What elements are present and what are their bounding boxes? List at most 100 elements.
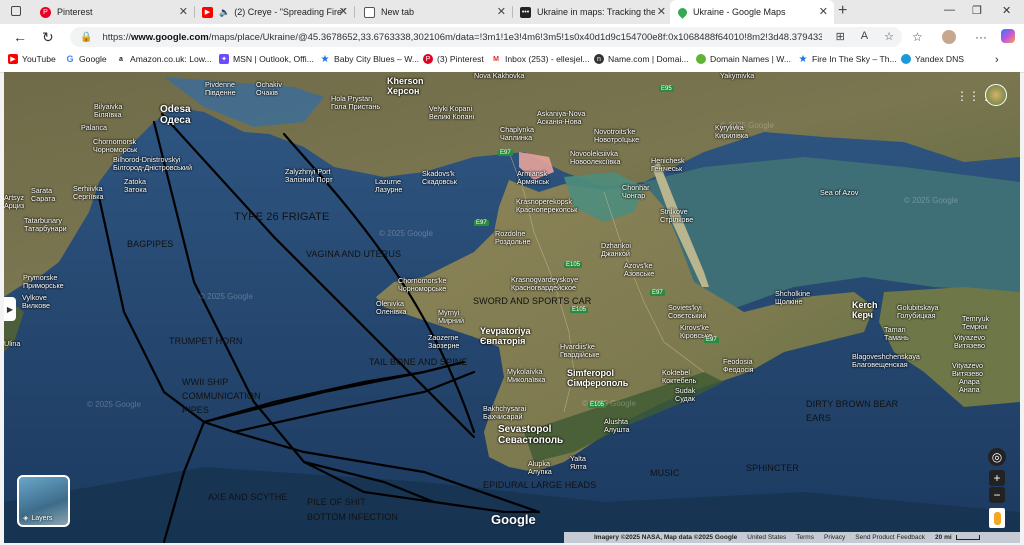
bookmark-domain-names[interactable]: Domain Names | W... — [696, 54, 791, 64]
map-canvas[interactable]: Pivdenne Південне Ochakiv Очаків Kherson Х… — [4, 72, 1020, 543]
place-label[interactable]: Skadovs'k Скадовськ — [422, 170, 457, 186]
bookmark-youtube[interactable]: ▶ YouTube — [8, 54, 56, 64]
account-avatar[interactable] — [985, 84, 1007, 106]
place-label[interactable]: Bakhchysarai Бахчисарай — [483, 405, 526, 421]
place-label[interactable]: Sea of Azov — [820, 189, 858, 197]
place-label[interactable]: Alushta Алушта — [604, 418, 630, 434]
reload-button[interactable]: ↻ — [42, 29, 54, 46]
address-bar[interactable]: 🔒 https://www.google.com/maps/place/Ukra… — [70, 27, 902, 47]
close-icon[interactable]: ✕ — [819, 5, 828, 18]
more-menu-icon[interactable]: ··· — [975, 30, 987, 44]
place-label[interactable]: Bilhorod-Dnistrovskyi Білгород-Дністровс… — [113, 156, 192, 172]
place-label[interactable]: Vityazevo Витязево — [952, 362, 983, 378]
tab-youtube[interactable]: ▶ 🔈 (2) Creye - "Spreading Fire" ✕ — [194, 0, 354, 24]
place-label[interactable]: Serhiivka Сергіївка — [73, 185, 104, 201]
place-label[interactable]: Nova Kakhovka — [474, 72, 524, 80]
place-label[interactable]: Bilyaivka Біляївка — [94, 103, 122, 119]
zoom-in-button[interactable]: + — [989, 470, 1005, 486]
close-icon[interactable]: ✕ — [179, 5, 188, 18]
street-view-pegman[interactable] — [989, 508, 1005, 528]
place-label[interactable]: Palanca — [81, 124, 107, 132]
place-label[interactable]: Vylkove Вилкове — [22, 294, 50, 310]
bookmark-fire-in-the-sky[interactable]: ★ Fire In The Sky – Th... — [798, 54, 897, 65]
bookmarks-overflow-icon[interactable]: › — [995, 54, 999, 66]
place-label[interactable]: Zatoka Затока — [124, 178, 147, 194]
back-button[interactable]: ← — [13, 29, 27, 45]
place-label[interactable]: Rozdolne Роздольне — [495, 230, 530, 246]
place-label[interactable]: Ochakiv Очаків — [256, 81, 282, 97]
place-label[interactable]: Dzhankoi Джанкой — [601, 242, 631, 258]
place-label[interactable]: Krasnogvardeyskoye Красногвардейское — [511, 276, 578, 292]
profile-avatar[interactable] — [942, 30, 956, 44]
bookmark-google[interactable]: G Google — [65, 54, 107, 64]
place-label[interactable]: Shcholkine Щолкіне — [775, 290, 810, 306]
place-label[interactable]: Henichesk Генічеськ — [651, 157, 685, 173]
place-label[interactable]: Pivdenne Південне — [205, 81, 236, 97]
place-label[interactable]: Blagoveshchenskaya Благовещенская — [852, 353, 920, 369]
place-label[interactable]: Kherson Херсон — [387, 76, 424, 96]
place-label[interactable]: Chornomorsk Чорноморськ — [93, 138, 137, 154]
place-label[interactable]: Soviets'kyi Совєтський — [668, 304, 706, 320]
place-label[interactable]: Novotroits'ke Новотроїцьке — [594, 128, 639, 144]
site-info-icon[interactable]: 🔒 — [80, 32, 92, 43]
scale-bar[interactable]: 20 mi — [935, 534, 980, 541]
feedback-link[interactable]: Send Product Feedback — [855, 534, 925, 541]
close-icon[interactable]: ✕ — [339, 5, 348, 18]
place-label[interactable]: Prymorske Приморське — [23, 274, 64, 290]
place-label[interactable]: Myrnyi Мирний — [438, 309, 464, 325]
bookmark-amazon[interactable]: a Amazon.co.uk: Low... — [116, 54, 212, 64]
place-label[interactable]: Kerch Керч — [852, 300, 878, 320]
place-label[interactable]: Artsyz Арциз — [4, 194, 24, 210]
place-label[interactable]: Novooleksiivka Новоолексіївка — [570, 150, 621, 166]
place-label[interactable]: Krasnoperekopsk Красноперекопськ — [516, 198, 577, 214]
place-label[interactable]: Velyki Kopani Великі Копані — [429, 105, 474, 121]
favorites-icon[interactable]: ☆ — [912, 30, 923, 44]
place-label[interactable]: Temryuk Темрюк — [962, 315, 989, 331]
terms-link[interactable]: Terms — [796, 534, 814, 541]
bookmark-gmail[interactable]: M Inbox (253) - ellesjel... — [491, 54, 590, 64]
place-label[interactable]: Azovs'ke Азовське — [624, 262, 654, 278]
place-label[interactable]: Chaplynka Чаплинка — [500, 126, 534, 142]
place-label[interactable]: Askaniya-Nova Асканія-Нова — [537, 110, 585, 126]
place-label[interactable]: Koktebel Коктебель — [662, 369, 696, 385]
place-label[interactable]: Zaozerne Заозерне — [428, 334, 459, 350]
place-label[interactable]: Sevastopol Севастополь — [498, 424, 563, 446]
url-text[interactable]: https://www.google.com/maps/place/Ukrain… — [102, 32, 822, 43]
expand-side-panel-button[interactable]: ▶ — [4, 297, 16, 321]
place-label[interactable]: Golubitskaya Голубицкая — [897, 304, 939, 320]
place-label[interactable]: Mykolaivka Миколаївка — [507, 368, 545, 384]
tab-pinterest[interactable]: P Pinterest ✕ — [32, 0, 194, 24]
bookmark-pinterest[interactable]: P (3) Pinterest — [423, 54, 484, 64]
place-label[interactable]: Hola Prystan Гола Пристань — [331, 95, 380, 111]
place-label[interactable]: Ulina — [4, 340, 20, 348]
country-link[interactable]: United States — [747, 534, 786, 541]
tab-actions-icon[interactable] — [11, 6, 21, 16]
close-window-button[interactable]: ✕ — [1002, 4, 1011, 17]
zoom-out-button[interactable]: − — [989, 487, 1005, 503]
place-label[interactable]: Sudak Судак — [675, 387, 695, 403]
place-label[interactable]: Hvardiis'ke Гвардійське — [560, 343, 599, 359]
bookmark-namecom[interactable]: n Name.com | Domai... — [594, 54, 689, 64]
place-label[interactable]: Chonhar Чонгар — [622, 184, 650, 200]
app-available-icon[interactable]: ⊞ — [836, 30, 845, 43]
layers-button[interactable]: ◈ Layers — [17, 475, 70, 527]
tab-google-maps[interactable]: Ukraine - Google Maps ✕ — [670, 0, 834, 24]
read-aloud-icon[interactable]: A — [861, 30, 868, 43]
place-label[interactable]: Simferopol Сімферополь — [567, 368, 628, 388]
place-label[interactable]: Sarata Сарата — [31, 187, 55, 203]
bookmark-baby-city-blues[interactable]: ★ Baby City Blues – W... — [320, 54, 420, 65]
close-icon[interactable]: ✕ — [497, 5, 506, 18]
minimize-button[interactable]: — — [944, 4, 955, 16]
place-label[interactable]: Taman Тамань — [884, 326, 909, 342]
place-label[interactable]: Feodosia Феодосія — [723, 358, 754, 374]
place-label[interactable]: Chornomors'ke Чорноморське — [398, 277, 447, 293]
bookmark-yandex-dns[interactable]: Yandex DNS — [901, 54, 964, 64]
copilot-icon[interactable] — [1001, 29, 1015, 43]
place-label[interactable]: Yalta Ялта — [570, 455, 587, 471]
place-label[interactable]: Alupka Алупка — [528, 460, 552, 476]
close-icon[interactable]: ✕ — [657, 5, 666, 18]
bookmark-msn[interactable]: ✦ MSN | Outlook, Offi... — [219, 54, 314, 64]
place-label[interactable]: Strilkove Стрілкове — [660, 208, 693, 224]
speaker-icon[interactable]: 🔈 — [219, 7, 230, 18]
place-label[interactable]: Lazurne Лазурне — [375, 178, 402, 194]
